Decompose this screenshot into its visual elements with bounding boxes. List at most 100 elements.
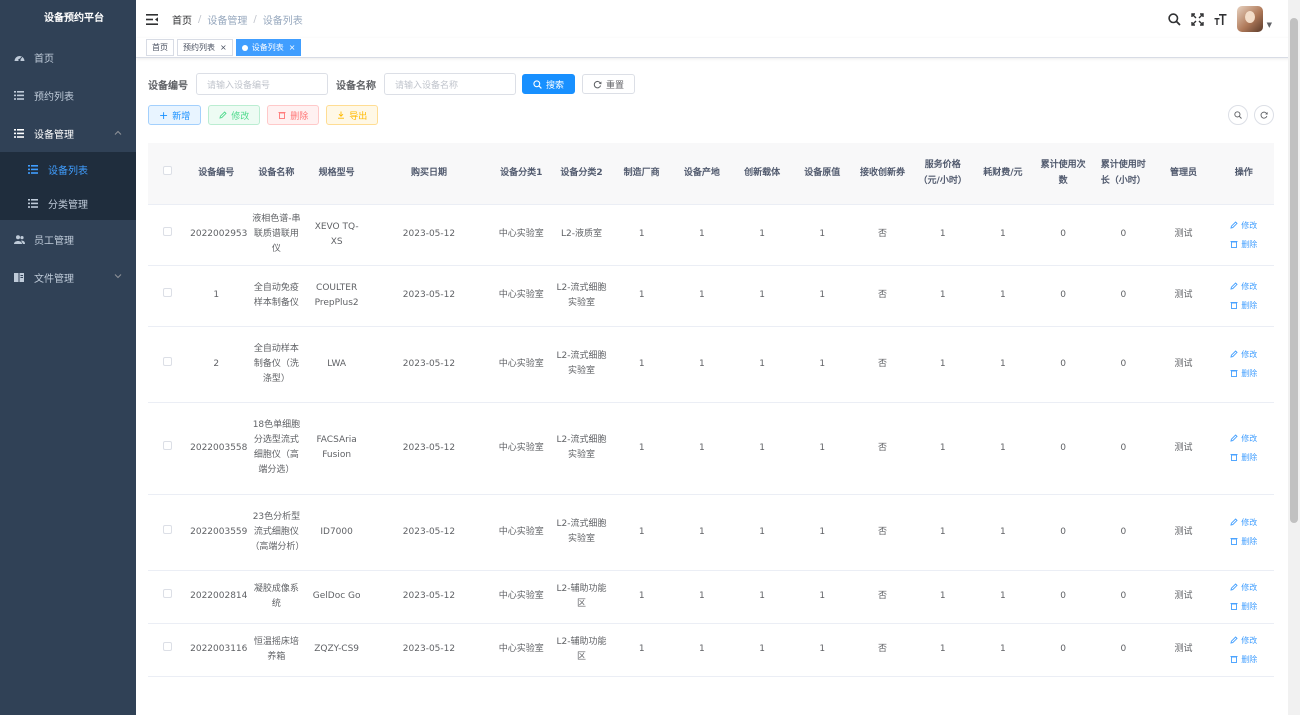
table-cell: 1	[731, 494, 793, 571]
sidebar-item-home[interactable]: 首页	[0, 38, 136, 76]
row-edit-link[interactable]: 修改	[1218, 429, 1270, 448]
checkbox[interactable]	[162, 166, 172, 176]
list-icon	[12, 128, 26, 138]
sidebar-item-staff-management[interactable]: 员工管理	[0, 220, 136, 258]
tag-device-list[interactable]: 设备列表 ×	[235, 39, 302, 56]
row-delete-link[interactable]: 删除	[1218, 532, 1270, 551]
row-delete-link[interactable]: 删除	[1218, 364, 1270, 383]
row-edit-link[interactable]: 修改	[1218, 513, 1270, 532]
row-checkbox-cell[interactable]	[148, 494, 187, 571]
row-delete-link[interactable]: 删除	[1218, 448, 1270, 467]
row-edit-link[interactable]: 修改	[1218, 277, 1270, 296]
row-delete-link[interactable]: 删除	[1218, 650, 1270, 669]
caret-down-icon[interactable]: ▼	[1267, 21, 1272, 29]
edit-button[interactable]: 修改	[208, 105, 261, 125]
table-cell: 1	[912, 326, 973, 403]
table-cell: 1	[912, 570, 973, 624]
chevron-down-icon	[114, 271, 122, 282]
row-edit-link[interactable]: 修改	[1218, 578, 1270, 597]
table-cell: 0	[1093, 494, 1154, 571]
table-row[interactable]: 2022003558 18色单细胞分选型流式细胞仪（高端分选） FACSAria F…	[148, 402, 1274, 495]
column-header: 创新载体	[731, 143, 793, 205]
table-row[interactable]: 2022002814 凝胶成像系统 GelDoc Go 2023-05-12 中心实验室…	[148, 570, 1274, 624]
close-icon[interactable]: ×	[220, 40, 227, 55]
avatar[interactable]	[1236, 6, 1263, 32]
table-row[interactable]: 2022002953 液相色谱-串联质谱联用仪 XEVO TQ-XS 2023-05-…	[148, 204, 1274, 266]
toggle-search-button[interactable]	[1228, 105, 1248, 125]
checkbox[interactable]	[162, 589, 172, 598]
checkbox[interactable]	[162, 642, 172, 651]
table-cell: 测试	[1153, 204, 1214, 266]
hamburger-icon[interactable]	[146, 13, 158, 25]
row-delete-link[interactable]: 删除	[1218, 597, 1270, 616]
row-checkbox-cell[interactable]	[148, 570, 187, 624]
row-edit-link[interactable]: 修改	[1218, 216, 1270, 235]
scrollbar-thumb[interactable]	[1290, 18, 1298, 523]
row-checkbox-cell[interactable]	[148, 623, 187, 677]
device-code-input[interactable]: 请输入设备编号	[196, 73, 328, 95]
table-cell: 1	[731, 204, 793, 266]
table-cell: 0	[1033, 265, 1094, 327]
delete-button[interactable]: 删除	[267, 105, 320, 125]
table-cell: 0	[1093, 204, 1154, 266]
checkbox[interactable]	[162, 524, 172, 534]
table-cell: 1	[972, 326, 1033, 403]
close-icon[interactable]: ×	[289, 40, 296, 55]
edit-icon	[1230, 582, 1238, 591]
table-cell: 中心实验室	[491, 402, 552, 495]
sidebar-item-category-management[interactable]: 分类管理	[0, 186, 136, 220]
table-header-row: 设备编号 设备名称 规格型号 购买日期 设备分类1 设备分类2 制造厂商 设备产地 创新载体 设备…	[148, 143, 1274, 205]
fullscreen-icon[interactable]	[1190, 12, 1204, 26]
sidebar-item-reservations[interactable]: 预约列表	[0, 76, 136, 114]
reset-button[interactable]: 重置	[582, 74, 636, 94]
sidebar-item-device-management[interactable]: 设备管理	[0, 114, 136, 152]
trash-icon	[1230, 655, 1238, 663]
table-cell: 1	[611, 494, 672, 571]
row-edit-link[interactable]: 修改	[1218, 345, 1270, 364]
search-icon[interactable]	[1167, 12, 1181, 26]
search-button[interactable]: 搜索	[522, 74, 576, 94]
table-row[interactable]: 2022003559 23色分析型流式细胞仪（高端分析） ID7000 2023-05…	[148, 494, 1274, 571]
tag-label: 首页	[152, 43, 168, 52]
row-edit-link[interactable]: 修改	[1218, 631, 1270, 650]
table-cell: 1	[671, 494, 732, 571]
row-checkbox-cell[interactable]	[148, 326, 187, 403]
row-delete-link[interactable]: 删除	[1218, 296, 1270, 315]
scrollbar[interactable]	[1288, 0, 1300, 715]
checkbox[interactable]	[162, 227, 172, 236]
table-cell: 1	[792, 326, 853, 403]
device-name-input[interactable]: 请输入设备名称	[384, 73, 516, 95]
table-row[interactable]: 2 全自动样本制备仪（洗涤型） LWA 2023-05-12 中心实验室 L2-流式细胞实…	[148, 326, 1274, 403]
edit-icon	[1230, 281, 1238, 290]
row-checkbox-cell[interactable]	[148, 204, 187, 266]
row-checkbox-cell[interactable]	[148, 402, 187, 495]
breadcrumb-separator: /	[253, 13, 257, 25]
refresh-table-button[interactable]	[1254, 105, 1274, 125]
tag-reservations[interactable]: 预约列表 ×	[177, 39, 233, 56]
tag-home[interactable]: 首页	[146, 39, 174, 56]
row-checkbox-cell[interactable]	[148, 265, 187, 327]
row-delete-label: 删除	[1241, 300, 1258, 310]
font-size-icon[interactable]	[1214, 13, 1227, 26]
checkbox[interactable]	[162, 288, 172, 297]
operation-cell: 修改 删除	[1213, 570, 1274, 624]
checkbox[interactable]	[162, 356, 172, 366]
sidebar-item-device-list[interactable]: 设备列表	[0, 152, 136, 186]
sidebar-item-file-management[interactable]: 文件管理	[0, 258, 136, 296]
select-all-checkbox-cell[interactable]	[148, 143, 187, 205]
table-row[interactable]: 1 全自动免疫样本制备仪 COULTER PrepPlus2 2023-05-12 中心…	[148, 265, 1274, 327]
trash-icon	[1230, 301, 1238, 309]
add-button[interactable]: + 新增	[148, 105, 202, 125]
row-delete-link[interactable]: 删除	[1218, 235, 1270, 254]
export-button[interactable]: 导出	[326, 105, 379, 125]
operation-cell: 修改 删除	[1213, 623, 1274, 677]
breadcrumb-item-home[interactable]: 首页	[172, 12, 192, 27]
table-row[interactable]: 2022003116 恒温摇床培养箱 ZQZY-CS9 2023-05-12 中心实验室…	[148, 623, 1274, 677]
table-cell: 1	[792, 402, 853, 495]
list-icon	[26, 164, 40, 174]
row-edit-label: 修改	[1241, 518, 1258, 527]
checkbox[interactable]	[162, 440, 172, 450]
table-cell: 液相色谱-串联质谱联用仪	[246, 204, 307, 266]
table-cell: 1	[912, 265, 973, 327]
search-icon	[533, 79, 542, 89]
